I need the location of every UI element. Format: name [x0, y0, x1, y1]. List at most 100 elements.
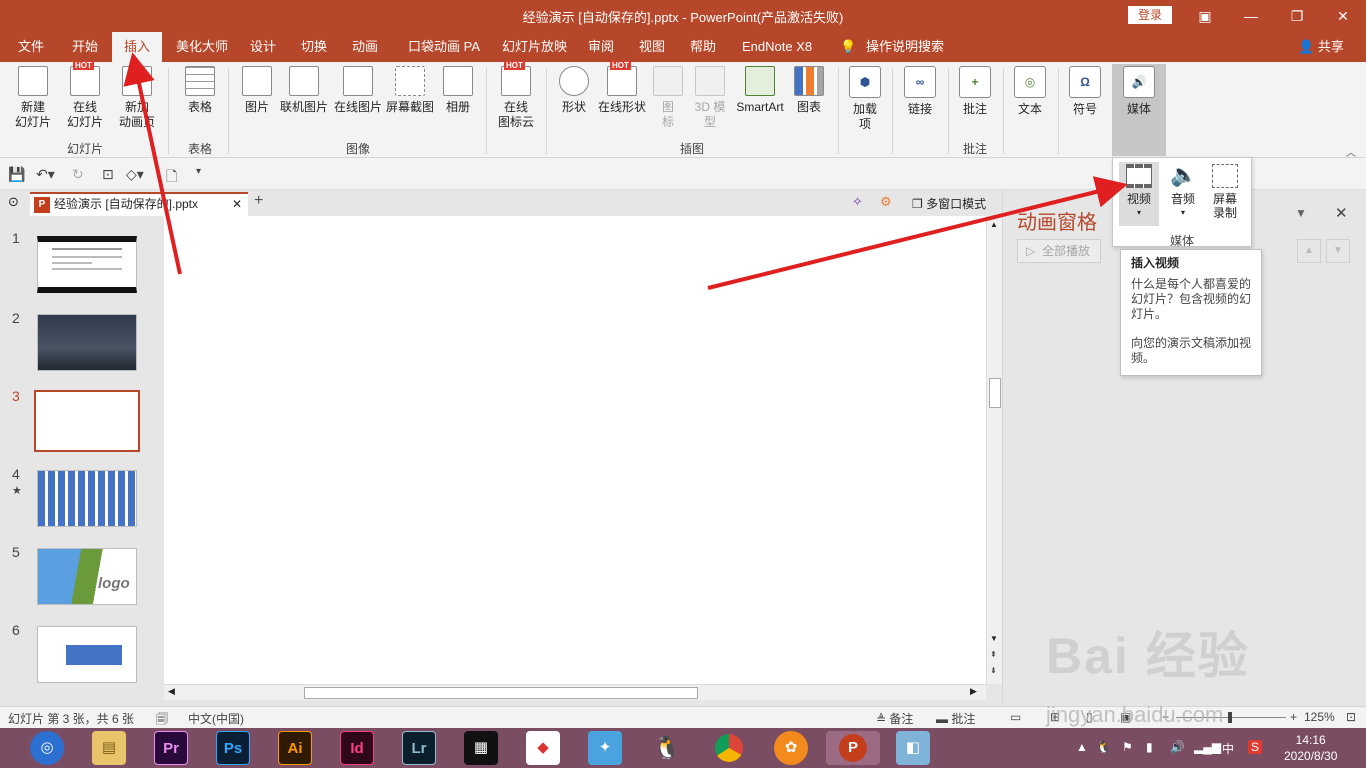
icons-button[interactable]: 图 标 [652, 66, 684, 130]
network-tray-icon[interactable]: ▂▄▆ [1194, 740, 1221, 754]
customize-qat-icon[interactable]: ▾ [196, 166, 201, 177]
3d-models-button[interactable]: 3D 模 型 [692, 66, 728, 130]
qq-tray-icon[interactable]: 🐧 [1096, 740, 1111, 754]
horizontal-scroll-thumb[interactable] [304, 687, 698, 699]
scroll-down-arrow-icon[interactable]: ▼ [990, 634, 998, 643]
chrome-icon[interactable] [712, 731, 746, 765]
tab-pocket-animation[interactable]: 口袋动画 PA [406, 32, 482, 62]
move-up-icon[interactable]: ▲ [1297, 239, 1321, 263]
smartart-button[interactable]: SmartArt [732, 66, 788, 115]
language-status[interactable]: 中文(中国) [188, 710, 244, 727]
text-button[interactable]: 文本 [1010, 102, 1050, 117]
animation-page-button[interactable]: 新加 动画页 [112, 66, 162, 130]
tab-design[interactable]: 设计 [248, 32, 278, 62]
photoshop-icon[interactable]: Ps [216, 731, 250, 765]
video-editor-icon[interactable]: ▦ [464, 731, 498, 765]
restore-button[interactable]: ❐ [1274, 0, 1320, 32]
media-button[interactable]: 媒体 [1119, 102, 1159, 117]
icon-cloud-button[interactable]: HOT 在线 图标云 [494, 61, 538, 130]
multiwindow-mode-button[interactable]: ❐ 多窗口模式 [912, 195, 986, 212]
close-tab-icon[interactable]: ✕ [232, 194, 242, 214]
save-icon[interactable]: 💾 [8, 166, 25, 183]
tab-animations[interactable]: 动画 [350, 32, 380, 62]
qq-icon[interactable]: 🐧 [650, 731, 684, 765]
show-hidden-icons[interactable]: ▲ [1076, 740, 1088, 754]
umbrella-app-icon[interactable]: ◆ [526, 731, 560, 765]
comment-button[interactable]: 批注 [955, 102, 995, 117]
fit-to-window-icon[interactable]: ⊡ [1346, 710, 1356, 724]
insert-audio-button[interactable]: 🔈 音频 ▾ [1163, 162, 1203, 220]
online-slides-button[interactable]: HOT 在线 幻灯片 [60, 61, 110, 130]
pane-options-icon[interactable]: ▼ [1295, 206, 1307, 220]
insert-video-button[interactable]: 视频 ▾ [1119, 162, 1159, 226]
sogou-tray-icon[interactable]: S [1248, 740, 1263, 754]
tab-file[interactable]: 文件 [16, 32, 46, 62]
addins-button[interactable]: 加载 项 [845, 102, 885, 132]
shapes-button[interactable]: 形状 [556, 66, 592, 115]
bird-app-icon[interactable]: ✦ [588, 731, 622, 765]
slide-thumbnail-4[interactable] [37, 470, 137, 527]
notebook-app-icon[interactable]: ◧ [896, 731, 930, 765]
vertical-scroll-thumb[interactable] [989, 378, 1001, 408]
slide-thumbnail-2[interactable] [37, 314, 137, 371]
shape-icon[interactable]: ◇▾ [126, 166, 144, 183]
picture-button[interactable]: 图片 [240, 66, 274, 115]
lightroom-icon[interactable]: Lr [402, 731, 436, 765]
tab-beautify[interactable]: 美化大师 [174, 32, 230, 62]
link-button[interactable]: 链接 [900, 102, 940, 117]
orange-app-icon[interactable]: ✿ [774, 731, 808, 765]
close-pane-icon[interactable]: ✕ [1335, 204, 1348, 222]
settings-gear-icon[interactable]: ⚙ [880, 194, 892, 210]
slide-thumbnail-1[interactable] [37, 236, 137, 293]
slide-thumbnail-3[interactable] [34, 390, 140, 452]
next-slide-icon[interactable]: ⇟ [990, 666, 997, 675]
new-slide-button[interactable]: 新建 幻灯片 [8, 66, 58, 130]
slide-editing-canvas[interactable] [164, 216, 986, 684]
login-button[interactable]: 登录 [1128, 6, 1172, 24]
tab-endnote[interactable]: EndNote X8 [740, 32, 814, 62]
play-all-button[interactable]: ▷ 全部播放 [1017, 239, 1101, 263]
previous-slide-icon[interactable]: ⇞ [990, 650, 997, 659]
premiere-icon[interactable]: Pr [154, 731, 188, 765]
table-button[interactable]: 表格 [178, 66, 222, 115]
slide-thumbnail-6[interactable] [37, 626, 137, 683]
indesign-icon[interactable]: Id [340, 731, 374, 765]
symbol-button[interactable]: 符号 [1065, 102, 1105, 117]
document-tab[interactable]: P 经验演示 [自动保存的].pptx ✕ [30, 192, 248, 216]
browser-360-icon[interactable]: ◎ [30, 731, 64, 765]
tell-me-search[interactable]: 操作说明搜索 [864, 32, 946, 62]
zoom-in-icon[interactable]: + [1290, 710, 1297, 724]
file-explorer-icon[interactable]: ▤ [92, 731, 126, 765]
ribbon-display-options-icon[interactable]: ▣ [1182, 0, 1228, 32]
volume-tray-icon[interactable]: 🔊 [1170, 740, 1185, 754]
screen-recording-button[interactable]: 屏幕 录制 [1205, 162, 1245, 220]
photo-album-button[interactable]: 相册 [440, 66, 476, 115]
battery-tray-icon[interactable]: ▮ [1146, 740, 1153, 754]
new-document-icon[interactable]: 🗋 [166, 166, 177, 190]
scroll-left-arrow-icon[interactable]: ◀ [168, 686, 175, 697]
scroll-up-arrow-icon[interactable]: ▲ [990, 220, 998, 229]
tab-home[interactable]: 开始 [70, 32, 100, 62]
tab-transitions[interactable]: 切换 [299, 32, 329, 62]
zoom-slider-thumb[interactable] [1228, 712, 1232, 723]
minimize-button[interactable]: — [1228, 0, 1274, 32]
online-shapes-button[interactable]: HOT 在线形状 [596, 61, 648, 115]
illustrator-icon[interactable]: Ai [278, 731, 312, 765]
system-clock[interactable]: 14:16 2020/8/30 [1284, 732, 1337, 764]
tab-help[interactable]: 帮助 [688, 32, 718, 62]
tab-review[interactable]: 审阅 [586, 32, 616, 62]
move-down-icon[interactable]: ▼ [1326, 239, 1350, 263]
online-pictures-button[interactable]: 联机图片 [278, 66, 330, 115]
horizontal-scrollbar[interactable]: ◀ ▶ [164, 684, 986, 700]
zoom-level[interactable]: 125% [1304, 710, 1335, 724]
tab-slideshow[interactable]: 幻灯片放映 [500, 32, 569, 62]
slide-thumbnail-5[interactable]: logo [37, 548, 137, 605]
magic-wand-icon[interactable]: ✧ [852, 194, 863, 210]
share-button[interactable]: 👤 共享 [1298, 32, 1344, 62]
screenshot-button[interactable]: 屏幕截图 [384, 66, 436, 115]
flag-tray-icon[interactable]: ⚑ [1122, 740, 1133, 754]
notes-button[interactable]: ≜ 备注 [876, 710, 913, 727]
tab-view[interactable]: 视图 [637, 32, 667, 62]
close-button[interactable]: ✕ [1320, 0, 1366, 32]
web-pictures-button[interactable]: 在线图片 [332, 66, 384, 115]
